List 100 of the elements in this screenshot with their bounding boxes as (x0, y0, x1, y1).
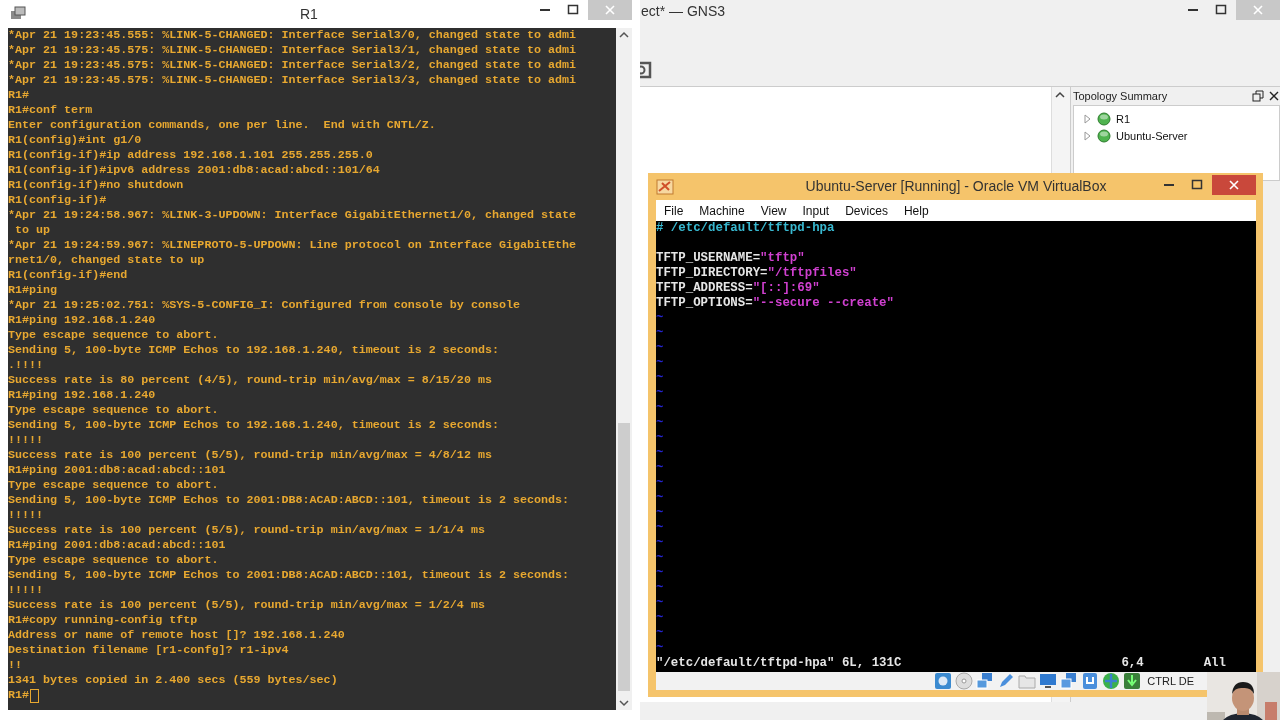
monitor-icon[interactable] (1039, 672, 1058, 690)
terminal-line: !!!!! (8, 583, 44, 598)
config-line: TFTP_OPTIONS="--secure --create" (656, 296, 894, 311)
tilde-marker: ~ (656, 476, 664, 491)
menu-item[interactable]: Machine (693, 203, 751, 218)
expand-icon[interactable] (1082, 113, 1092, 124)
float-icon[interactable] (1252, 90, 1264, 102)
close-icon (1227, 178, 1241, 192)
terminal-line: Success rate is 100 percent (5/5), round-trip min/avg/max = 4/8/12 ms (8, 448, 492, 463)
expand-icon[interactable] (1082, 130, 1092, 141)
menu-item[interactable]: View (754, 203, 793, 218)
terminal-line: Destination filename [r1-confg]? r1-ipv4 (8, 643, 289, 658)
terminal-line: rnet1/0, changed state to up (8, 253, 205, 268)
terminal-line: R1#ping 192.168.1.240 (8, 388, 156, 403)
tilde-marker: ~ (656, 581, 664, 596)
minimize-icon (1188, 9, 1198, 11)
tilde-marker: ~ (656, 521, 664, 536)
terminal-line: Type escape sequence to abort. (8, 553, 219, 568)
terminal-line: to up (14, 223, 51, 238)
terminal-line: R1(config-if)#no shutdown (8, 178, 184, 193)
tilde-marker: ~ (656, 326, 664, 341)
terminal-line: R1#ping (8, 283, 58, 298)
menu-item[interactable]: Input (796, 203, 836, 218)
menu-item[interactable]: Help (897, 203, 935, 218)
terminal-line: *Apr 21 19:23:45.575: %LINK-5-CHANGED: Interface Serial3/2, changed state to admi (8, 58, 577, 73)
terminal-line: 1341 bytes copied in 2.400 secs (559 bytes/sec) (8, 673, 338, 688)
terminal-line: *Apr 21 19:23:45.575: %LINK-5-CHANGED: Interface Serial3/1, changed state to admi (8, 43, 577, 58)
close-icon[interactable] (1268, 90, 1280, 102)
terminal-line: R1# (8, 688, 30, 703)
tilde-marker: ~ (656, 506, 664, 521)
tilde-marker: ~ (656, 566, 664, 581)
tilde-marker: ~ (656, 446, 664, 461)
minimize-icon (1164, 184, 1174, 186)
tilde-marker: ~ (656, 401, 664, 416)
file-info: "/etc/default/tftpd-hpa" 6L, 131C (656, 656, 902, 671)
terminal-line: R1(config)#int g1/0 (8, 133, 142, 148)
terminal-line: Type escape sequence to abort. (8, 328, 219, 343)
tilde-marker: ~ (656, 341, 664, 356)
terminal-line: R1#ping 192.168.1.240 (8, 313, 156, 328)
terminal-line: R1# (8, 88, 30, 103)
maximize-icon (1214, 3, 1228, 17)
close-icon (603, 3, 617, 17)
terminal-line: *Apr 21 19:23:45.575: %LINK-5-CHANGED: Interface Serial3/3, changed state to admi (8, 73, 577, 88)
globe-icon[interactable] (1102, 672, 1121, 690)
tilde-marker: ~ (656, 491, 664, 506)
terminal-line: Sending 5, 100-byte ICMP Echos to 2001:DB8:ACAD:ABCD::101, timeout is 2 seconds: (8, 568, 570, 583)
terminal-line: !! (8, 658, 23, 673)
cursor-position: 6,4 (1121, 656, 1144, 671)
tilde-marker: ~ (656, 641, 664, 656)
terminal-line: Success rate is 100 percent (5/5), round-trip min/avg/max = 1/2/4 ms (8, 598, 485, 613)
terminal-line: Sending 5, 100-byte ICMP Echos to 2001:DB8:ACAD:ABCD::101, timeout is 2 seconds: (8, 493, 570, 508)
menu-item[interactable]: Devices (839, 203, 894, 218)
terminal-line: Success rate is 80 percent (4/5), round-trip min/avg/max = 8/15/20 ms (8, 373, 492, 388)
tilde-marker: ~ (656, 371, 664, 386)
terminal-line: Enter configuration commands, one per line. End with CNTL/Z. (8, 118, 436, 133)
cursor-block (30, 688, 40, 703)
windows-icon[interactable] (1060, 672, 1079, 690)
window-title: R1 (300, 6, 318, 22)
tilde-marker: ~ (656, 536, 664, 551)
tilde-marker: ~ (656, 386, 664, 401)
window-title: Ubuntu-Server [Running] - Oracle VM VirtualBox (805, 178, 1107, 194)
terminal-line: R1#ping 2001:db8:acad:abcd::101 (8, 463, 226, 478)
terminal-line: R1(config-if)#ip address 192.168.1.101 255.255.255.0 (8, 148, 373, 163)
terminal-line: R1#copy running-config tftp (8, 613, 198, 628)
maximize-icon (1190, 178, 1204, 192)
network-icon[interactable] (976, 672, 995, 690)
minimize-icon (540, 9, 550, 11)
terminal-line: *Apr 21 19:24:58.967: %LINK-3-UPDOWN: Interface GigabitEthernet1/0, changed state (8, 208, 577, 223)
config-line: TFTP_ADDRESS="[::]:69" (656, 281, 820, 296)
app-icon (656, 178, 674, 195)
menu-item[interactable]: File (658, 203, 690, 218)
terminal-line: R1#conf term (8, 103, 93, 118)
terminal-line: Sending 5, 100-byte ICMP Echos to 192.168.1.240, timeout is 2 seconds: (8, 343, 499, 358)
close-icon (1251, 3, 1265, 17)
terminal-line: R1(config-if)#end (8, 268, 128, 283)
device-label[interactable]: Ubuntu-Server (1116, 129, 1188, 142)
host-key-label: CTRL DE (1147, 675, 1194, 687)
terminal-line: Sending 5, 100-byte ICMP Echos to 192.168.1.240, timeout is 2 seconds: (8, 418, 499, 433)
panel-title: Topology Summary (1073, 90, 1169, 102)
scrollbar-thumb[interactable] (618, 423, 630, 691)
terminal-line: R1(config-if)#ipv6 address 2001:db8:acad:abcd::101/64 (8, 163, 380, 178)
tilde-marker: ~ (656, 311, 664, 326)
terminal-line: R1#ping 2001:db8:acad:abcd::101 (8, 538, 226, 553)
config-line: TFTP_USERNAME="tftp" (656, 251, 805, 266)
terminal-line: Address or name of remote host []? 192.168.1.240 (8, 628, 345, 643)
comment-line: # /etc/default/tftpd-hpa (656, 221, 835, 236)
tilde-marker: ~ (656, 356, 664, 371)
device-label[interactable]: R1 (1116, 112, 1131, 125)
terminal-line: *Apr 21 19:24:59.967: %LINEPROTO-5-UPDOWN: Line protocol on Interface GigabitEthe (8, 238, 577, 253)
usb-icon[interactable] (1081, 672, 1100, 690)
tilde-marker: ~ (656, 431, 664, 446)
terminal-line: Success rate is 100 percent (5/5), round-trip min/avg/max = 1/1/4 ms (8, 523, 485, 538)
tilde-marker: ~ (656, 596, 664, 611)
window-title: ect* — GNS3 (640, 2, 726, 19)
download-icon[interactable] (1123, 672, 1142, 690)
terminal-line: Type escape sequence to abort. (8, 478, 219, 493)
tilde-marker: ~ (656, 416, 664, 431)
tilde-marker: ~ (656, 551, 664, 566)
tilde-marker: ~ (656, 626, 664, 641)
tilde-marker: ~ (656, 461, 664, 476)
